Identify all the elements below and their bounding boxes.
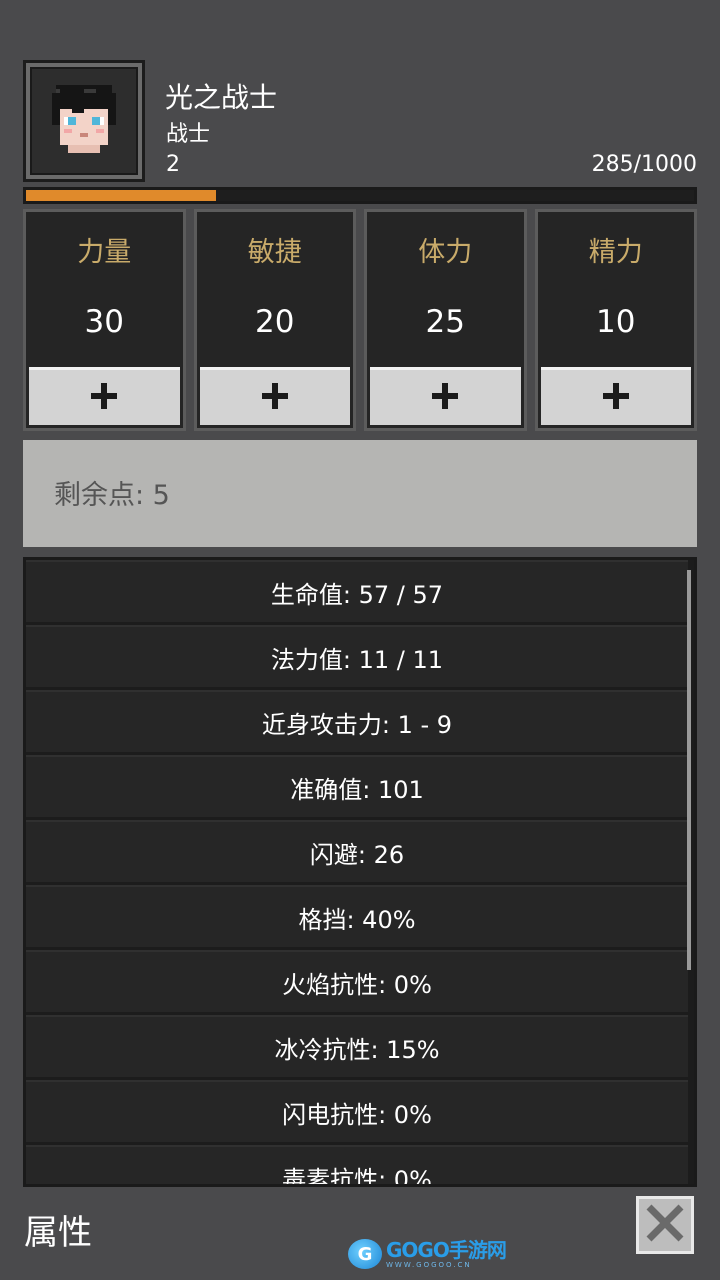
plus-icon [432, 382, 459, 413]
watermark-brand: GOGO手游网 [386, 1237, 507, 1262]
attribute-list[interactable]: 生命值: 57 / 57 法力值: 11 / 11 近身攻击力: 1 - 9 准… [23, 557, 697, 1187]
xp-progress-fill [26, 190, 217, 201]
list-item: 格挡: 40% [26, 885, 688, 947]
plus-icon [602, 382, 629, 413]
character-name: 光之战士 [165, 81, 278, 114]
list-item: 近身攻击力: 1 - 9 [26, 690, 688, 752]
list-item: 准确值: 101 [26, 755, 688, 817]
watermark: G GOGO手游网 WWW.GOGOO.CN [348, 1236, 507, 1272]
stat-value: 10 [596, 304, 636, 340]
stat-value: 30 [84, 304, 124, 340]
increase-agility-button[interactable] [199, 367, 350, 425]
stat-value: 25 [425, 304, 465, 340]
remaining-points-text: 剩余点: 5 [54, 480, 170, 511]
stats-panel: 力量 30 敏捷 20 体力 25 精力 10 [23, 209, 697, 431]
list-item: 冰冷抗性: 15% [26, 1015, 688, 1077]
stat-stamina: 体力 25 [364, 209, 527, 431]
close-button[interactable] [636, 1196, 694, 1254]
portrait-frame [30, 67, 138, 175]
close-icon [643, 1201, 687, 1249]
stat-label: 敏捷 [247, 237, 302, 268]
character-level: 2 [166, 152, 180, 177]
watermark-sub: WWW.GOGOO.CN [386, 1260, 472, 1269]
stat-label: 精力 [588, 237, 643, 268]
remaining-points-panel: 剩余点: 5 [23, 440, 697, 547]
plus-icon [91, 382, 118, 413]
character-class: 战士 [166, 122, 211, 147]
increase-energy-button[interactable] [540, 367, 691, 425]
scrollbar[interactable] [687, 570, 691, 970]
xp-progress-bar [23, 187, 697, 204]
list-item: 火焰抗性: 0% [26, 950, 688, 1012]
list-item: 毒素抗性: 0% [26, 1145, 688, 1184]
list-item: 法力值: 11 / 11 [26, 625, 688, 687]
stat-value: 20 [255, 304, 295, 340]
xp-text: 285/1000 [591, 152, 697, 177]
stat-label: 体力 [418, 237, 473, 268]
list-item: 生命值: 57 / 57 [26, 560, 688, 622]
increase-strength-button[interactable] [29, 367, 180, 425]
list-item: 闪电抗性: 0% [26, 1080, 688, 1142]
stat-agility: 敏捷 20 [193, 209, 356, 431]
page-title: 属性 [24, 1213, 92, 1253]
watermark-text: GOGO手游网 WWW.GOGOO.CN [386, 1237, 507, 1269]
increase-stamina-button[interactable] [370, 367, 521, 425]
stat-strength: 力量 30 [23, 209, 186, 431]
character-portrait [23, 60, 145, 182]
stat-energy: 精力 10 [534, 209, 697, 431]
plus-icon [261, 382, 288, 413]
watermark-logo: G [348, 1239, 382, 1269]
stat-label: 力量 [77, 237, 132, 268]
avatar [52, 85, 116, 153]
list-item: 闪避: 26 [26, 820, 688, 882]
